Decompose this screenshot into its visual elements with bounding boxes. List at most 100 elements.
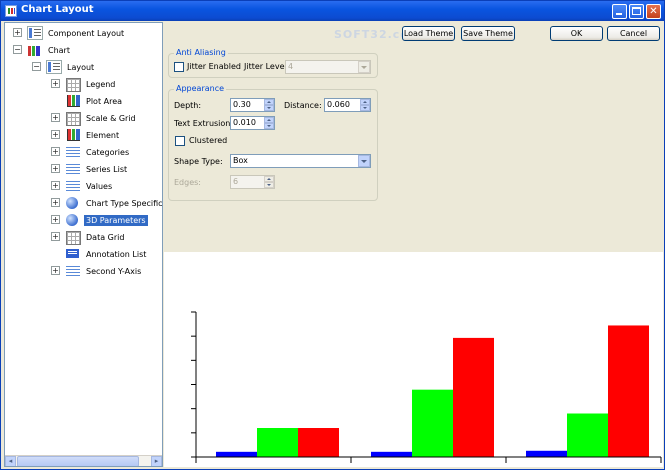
categories-icon [65,145,81,159]
chart-bar [371,451,412,457]
expander-scale-grid[interactable]: + [51,113,60,122]
expander-second-y-axis[interactable]: + [51,266,60,275]
chart-preview [164,252,663,467]
chart-bar [412,389,453,457]
jitter-level-label: Jitter Level [244,62,287,71]
chart-type-icon [65,196,81,210]
expander-series-list[interactable]: + [51,164,60,173]
tree-node-label: Categories [86,147,130,157]
depth-input[interactable]: 0.30 [230,98,275,112]
jitter-enabled-checkbox[interactable] [174,62,184,72]
tree-node-label: Plot Area [86,96,123,106]
tree-node-layout[interactable]: Layout [46,59,96,75]
cancel-button[interactable]: Cancel [607,26,660,41]
chart-bar [567,413,608,457]
jitter-level-select[interactable]: 4 [285,60,371,74]
scrollbar-thumb[interactable] [17,456,139,466]
expander-legend[interactable]: + [51,79,60,88]
tree-node-label: Component Layout [48,28,125,38]
distance-input[interactable]: 0.060 [324,98,371,112]
distance-spinner[interactable] [360,99,370,111]
scroll-left-icon[interactable]: ◂ [5,456,16,466]
depth-spinner[interactable] [264,99,274,111]
jitter-level-value: 4 [288,62,294,71]
tree-node-label: Values [86,181,113,191]
chart-preview-svg [191,311,662,463]
tree-node-element[interactable]: Element [65,127,121,143]
values-icon [65,179,81,193]
chart-bar [298,428,339,457]
expander-element[interactable]: + [51,130,60,139]
jitter-enabled-label: Jitter Enabled [187,62,241,71]
expander-chart-type[interactable]: + [51,198,60,207]
anti-aliasing-group: Anti Aliasing Jitter Enabled Jitter Leve… [168,48,378,78]
distance-label: Distance: [284,101,322,110]
tree-node-chart-type-specific[interactable]: Chart Type Specific Se [65,195,163,211]
settings-panel: SOFT32.com Load Theme Save Theme OK Canc… [164,22,663,467]
spin-down-icon[interactable] [360,105,370,111]
edges-input[interactable]: 6 [230,175,275,189]
text-extrusion-label: Text Extrusion: [174,119,234,128]
expander-layout[interactable]: − [32,62,41,71]
annotation-list-icon [65,247,81,261]
tree-node-label: Chart [48,45,70,55]
3d-parameters-icon [65,213,81,227]
layout-icon [46,60,62,74]
tree-node-legend[interactable]: Legend [65,76,117,92]
expander-values[interactable]: + [51,181,60,190]
tree-node-annotation-list[interactable]: Annotation List [65,246,148,262]
tree-node-chart[interactable]: Chart [27,42,72,58]
clustered-checkbox[interactable] [175,136,185,146]
scroll-right-icon[interactable]: ▸ [151,456,162,466]
distance-value: 0.060 [327,100,350,109]
tree-node-categories[interactable]: Categories [65,144,131,160]
spin-down-icon[interactable] [264,182,274,188]
tree-node-label: Legend [86,79,116,89]
chart-bar [526,450,567,457]
text-extrusion-input[interactable]: 0.010 [230,116,275,130]
save-theme-button[interactable]: Save Theme [461,26,515,41]
chart-icon [27,43,43,57]
tree-horizontal-scrollbar[interactable]: ◂ ▸ [5,455,162,466]
expander-data-grid[interactable]: + [51,232,60,241]
tree-node-plot-area[interactable]: Plot Area [65,93,124,109]
tree-node-3d-parameters[interactable]: 3D Parameters [65,212,148,228]
close-button[interactable]: ✕ [646,4,661,19]
expander-component-layout[interactable]: + [13,28,22,37]
tree-node-label: Chart Type Specific Se [86,198,163,208]
chevron-down-icon[interactable] [358,155,370,167]
tree-node-data-grid[interactable]: Data Grid [65,229,126,245]
tree-node-label: Data Grid [86,232,125,242]
load-theme-button[interactable]: Load Theme [402,26,455,41]
minimize-button[interactable] [612,4,627,19]
tree-node-label: Layout [67,62,95,72]
expander-chart[interactable]: − [13,45,22,54]
second-y-axis-icon [65,264,81,278]
tree-node-label: Series List [86,164,128,174]
tree-node-component-layout[interactable]: Component Layout [27,25,126,41]
shape-type-value: Box [233,156,248,165]
text-extrusion-spinner[interactable] [264,117,274,129]
tree-node-scale-grid[interactable]: Scale & Grid [65,110,138,126]
tree-node-series-list[interactable]: Series List [65,161,129,177]
settings-tree[interactable]: + Component Layout − Chart − Layout + Le… [4,22,163,467]
chevron-down-icon[interactable] [358,61,370,73]
tree-node-second-y-axis[interactable]: Second Y-Axis [65,263,143,279]
spin-down-icon[interactable] [264,123,274,129]
shape-type-select[interactable]: Box [230,154,371,168]
maximize-button[interactable] [629,4,644,19]
title-bar[interactable]: Chart Layout ✕ [1,1,664,21]
tree-node-label: Scale & Grid [86,113,136,123]
spin-down-icon[interactable] [264,105,274,111]
tree-node-label: Second Y-Axis [86,266,142,276]
maximize-icon [632,7,641,15]
tree-node-values[interactable]: Values [65,178,114,194]
expander-categories[interactable]: + [51,147,60,156]
minimize-icon [616,13,622,15]
ok-button[interactable]: OK [550,26,603,41]
clustered-label: Clustered [189,136,228,145]
element-icon [65,128,81,142]
expander-3d-parameters[interactable]: + [51,215,60,224]
edges-spinner[interactable] [264,176,274,188]
window-title: Chart Layout [21,4,94,15]
